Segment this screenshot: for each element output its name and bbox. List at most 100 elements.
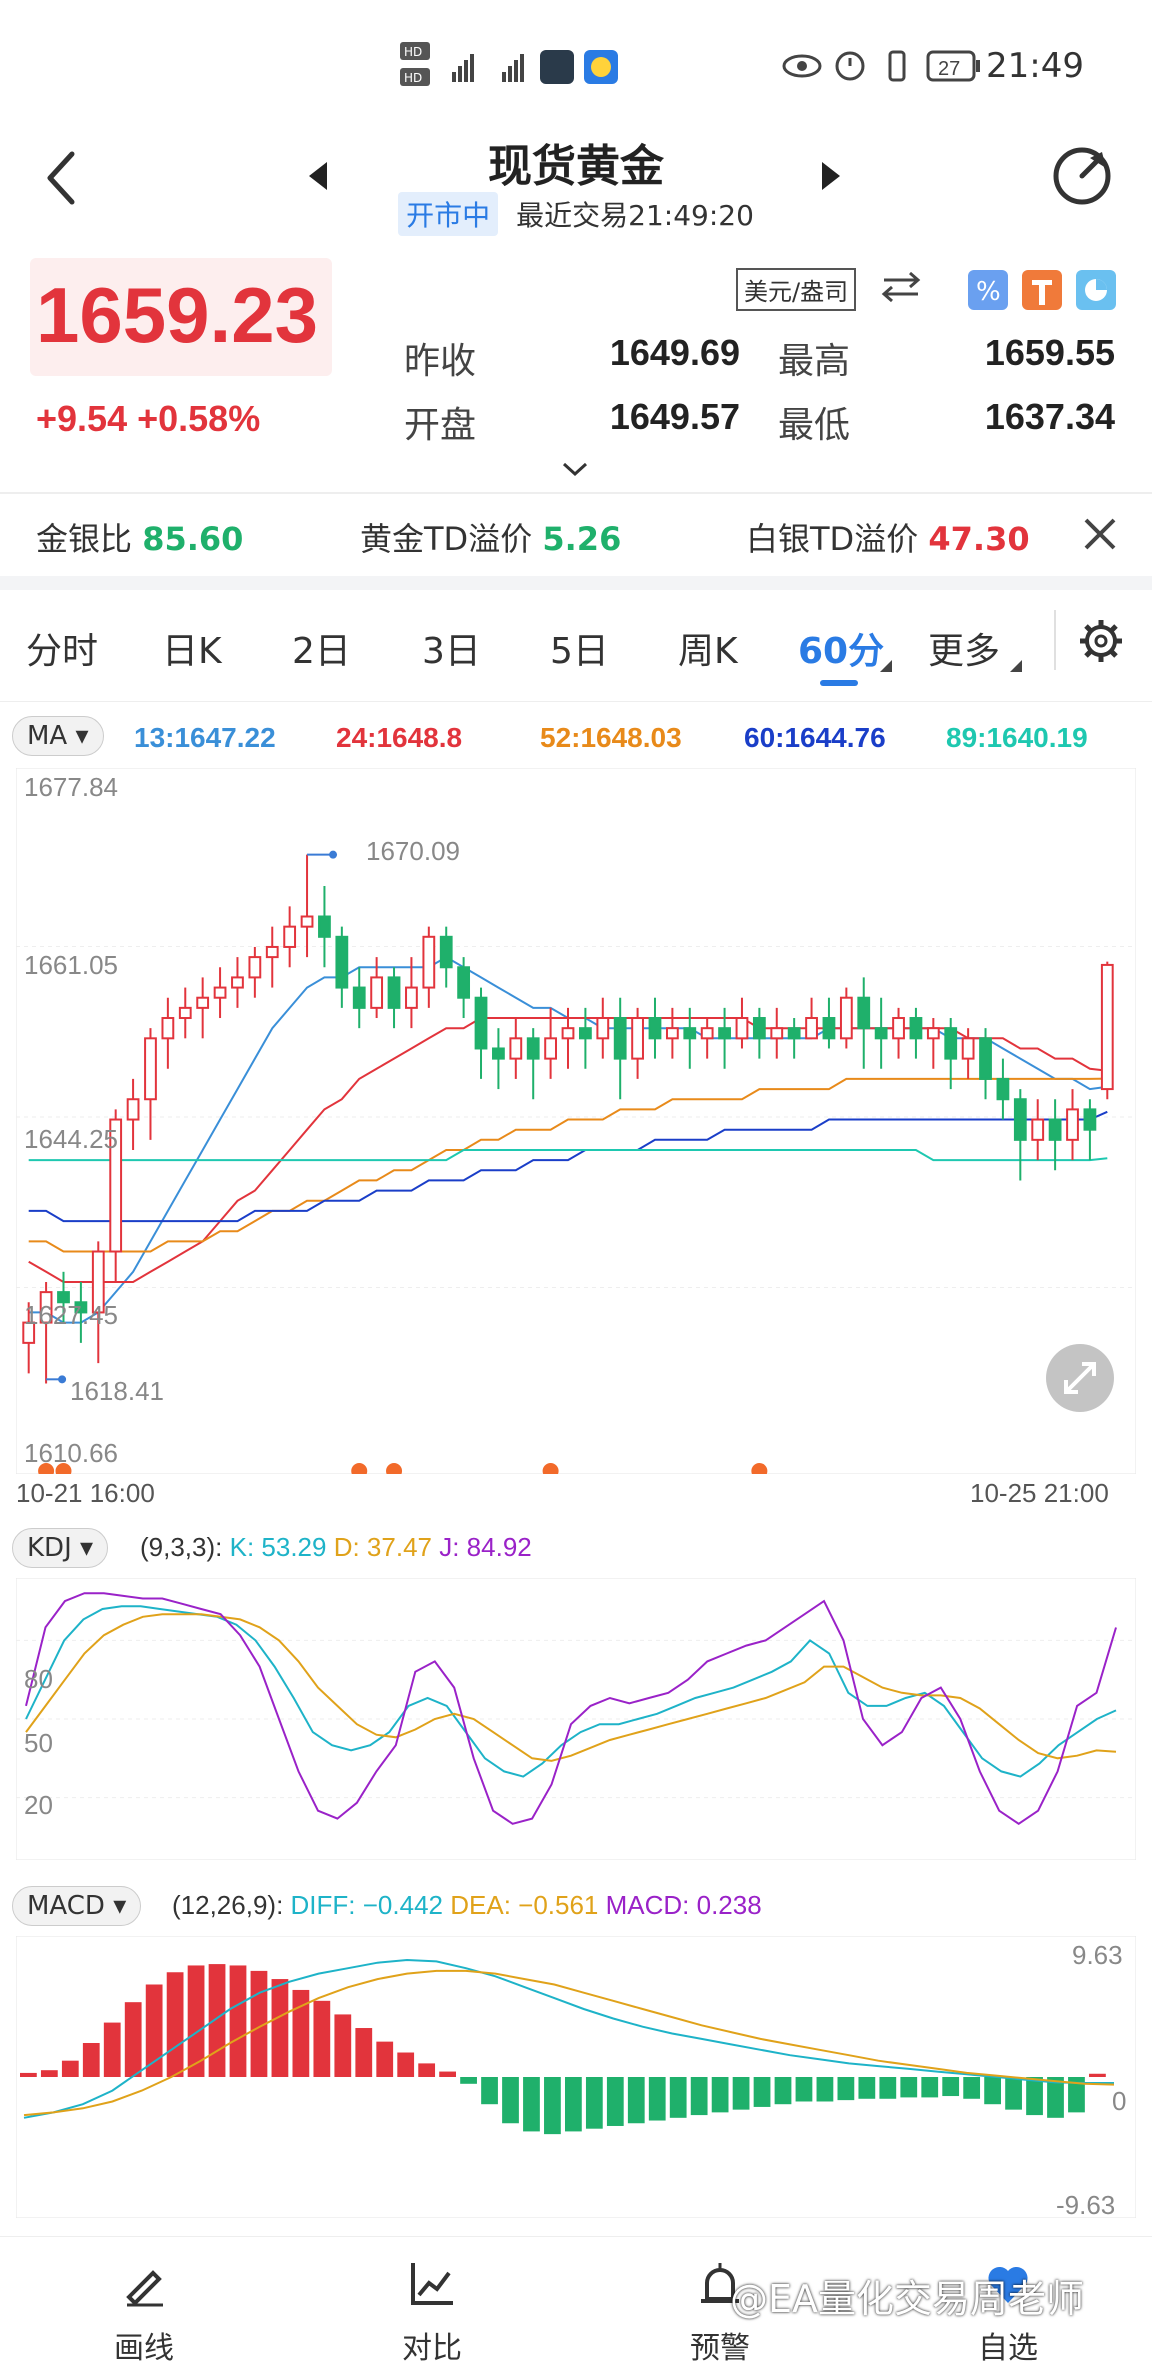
tab-daily[interactable]: 日K (162, 622, 222, 674)
macd-bar (1005, 2077, 1022, 2110)
macd-level-top: 9.63 (1072, 1940, 1123, 1970)
candle (387, 976, 401, 1009)
gold-td-value: 5.26 (542, 520, 622, 558)
macd-bar (627, 2077, 645, 2124)
macd-bar (355, 2028, 373, 2077)
candle (213, 986, 227, 999)
high-label: 最高 (778, 341, 851, 382)
tab-3day[interactable]: 3日 (422, 622, 481, 674)
macd-bar (124, 2002, 142, 2077)
event-dot (386, 1463, 403, 1474)
macd-bar (523, 2077, 540, 2132)
kdj-level-50: 50 (24, 1728, 53, 1758)
divider (0, 576, 1152, 590)
gold-td-premium: 黄金TD溢价 5.26 (360, 514, 621, 560)
macd-bar (921, 2077, 939, 2098)
swap-icon[interactable] (880, 270, 922, 304)
macd-bar (669, 2077, 687, 2118)
candle (509, 1037, 523, 1060)
macd-bar (334, 2014, 352, 2077)
candle (909, 1017, 923, 1040)
event-dot (751, 1463, 768, 1474)
tab-weekly[interactable]: 周K (678, 622, 738, 674)
macd-bar (963, 2077, 981, 2099)
y-label-4: 1627.45 (24, 1300, 118, 1330)
fullscreen-icon[interactable] (1044, 1342, 1116, 1414)
chart-frame (16, 768, 1136, 1474)
gold-silver-label: 金银比 (36, 520, 133, 558)
kdj-line-K (25, 1605, 1117, 1778)
prev-close-value: 1649.69 (609, 332, 740, 373)
prev-close-label: 昨收 (404, 341, 477, 382)
candle (996, 1077, 1010, 1101)
ma-line-52 (28, 1077, 1108, 1253)
ma-line-89 (28, 1149, 1108, 1162)
period-tabs: 分时 日K 2日 3日 5日 周K 60分 更多 (0, 590, 1152, 702)
candle (405, 986, 418, 1009)
next-symbol-icon[interactable] (820, 160, 844, 192)
macd-indicator-select[interactable]: MACD ▾ (12, 1886, 142, 1926)
candle (231, 976, 244, 989)
ma-indicator-select[interactable]: MA ▾ (12, 716, 104, 756)
candle (700, 1027, 714, 1040)
silver-td-label: 白银TD溢价 (746, 520, 919, 558)
ma13-value: 13:1647.22 (134, 722, 276, 753)
ma24-value: 24:1648.8 (336, 722, 463, 753)
tab-intraday[interactable]: 分时 (26, 622, 98, 674)
draw-line-button[interactable]: 画线 (74, 2259, 214, 2367)
macd-bar (1026, 2077, 1043, 2116)
candle (805, 1017, 818, 1040)
candle (126, 1098, 140, 1121)
close-icon[interactable] (1080, 514, 1120, 554)
pie-tool-icon[interactable] (1076, 270, 1116, 310)
high-marker-label: 1670.09 (366, 836, 460, 866)
macd-bar (879, 2077, 897, 2099)
macd-chart[interactable] (16, 1936, 1136, 2218)
candle (579, 1027, 592, 1040)
macd-bar (460, 2077, 477, 2084)
macd-bar (942, 2077, 960, 2097)
refresh-icon[interactable] (1050, 144, 1114, 208)
kdj-chart[interactable] (16, 1578, 1136, 1860)
candle (492, 1047, 505, 1060)
kdj-params: (9,3,3): (140, 1532, 223, 1562)
quote-panel: 1659.23 +9.54 +0.58% 美元/盎司 % 昨收 1649.69 … (0, 240, 1152, 490)
low-label: 最低 (778, 405, 851, 446)
macd-bar (711, 2077, 729, 2113)
ma-line-60 (28, 1110, 1108, 1223)
low-marker-dot (58, 1375, 67, 1384)
kdj-indicator-select[interactable]: KDJ ▾ (12, 1528, 109, 1568)
macd-bar (103, 2022, 121, 2077)
candle (144, 1037, 157, 1101)
currency-unit-button[interactable]: 美元/盎司 (736, 268, 857, 311)
alert-label: 预警 (690, 2331, 750, 2366)
compare-button[interactable]: 对比 (362, 2259, 502, 2367)
expand-chevron-icon[interactable] (560, 460, 590, 478)
macd-bar (229, 1965, 247, 2077)
candle (335, 935, 349, 989)
candle (665, 1027, 679, 1040)
signal-indicators: HD HD (400, 38, 630, 94)
tab-60min[interactable]: 60分 (798, 622, 884, 674)
macd-bar (40, 2070, 58, 2077)
macd-bar (606, 2077, 624, 2126)
change-value: +9.54 (36, 398, 128, 439)
macd-value: MACD: 0.238 (605, 1890, 762, 1920)
signal-icons: HD HD (400, 42, 618, 86)
high-marker-dot (329, 850, 338, 859)
candlestick-chart[interactable] (16, 768, 1136, 1474)
tab-2day[interactable]: 2日 (292, 622, 351, 674)
macd-bar (418, 2063, 436, 2077)
battery-level: 27 (938, 58, 960, 80)
tab-5day[interactable]: 5日 (550, 622, 609, 674)
macd-bar (376, 2041, 394, 2077)
macd-bar (565, 2077, 582, 2132)
svg-text:HD: HD (404, 71, 422, 85)
candle (474, 996, 488, 1050)
tab-more[interactable]: 更多 (928, 622, 1000, 674)
pencil-icon (126, 2270, 163, 2307)
macd-bar (648, 2077, 666, 2121)
tower-tool-icon[interactable] (1022, 270, 1062, 310)
percent-tool-icon[interactable]: % (968, 270, 1008, 310)
settings-gear-icon[interactable] (1078, 618, 1124, 664)
